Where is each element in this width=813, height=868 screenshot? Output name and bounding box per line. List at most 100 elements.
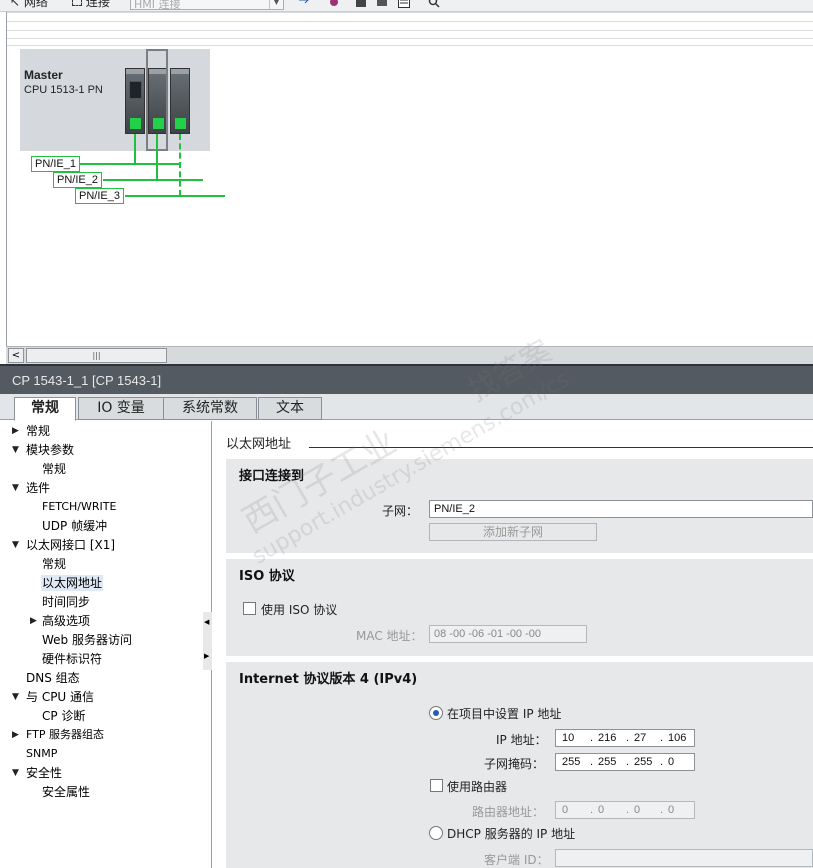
tree-item-hardware-id[interactable]: 硬件标识符 [42, 651, 102, 667]
tree-item-cpu-communication[interactable]: 与 CPU 通信 [26, 689, 94, 705]
inspector-title-bar: CP 1543-1_1 [CP 1543-1] [0, 364, 813, 394]
tree-item-ftp-server[interactable]: FTP 服务器组态 [26, 727, 104, 743]
tree-item-ethernet-address[interactable]: 以太网地址 [41, 575, 104, 591]
ip-address-field[interactable]: 10 . 216 . 27 . 106 [555, 729, 695, 747]
tree-item-eth-general[interactable]: 常规 [42, 556, 66, 572]
client-id-label: 客户端 ID： [484, 853, 549, 867]
iso-panel: ISO 协议 使用 ISO 协议 MAC 地址： 08 -00 -06 -01 … [226, 558, 813, 656]
interface-panel: 接口连接到 子网： PN/IE_2 添加新子网 [226, 458, 813, 553]
router-octet-3: 0 [634, 804, 641, 816]
tree-expand-icon[interactable]: ▶ [12, 423, 19, 439]
tree-collapse-icon[interactable]: ▼ [12, 537, 19, 553]
tree-item-cp-diagnostics[interactable]: CP 诊断 [42, 708, 85, 724]
ethernet-port-icon[interactable] [175, 118, 186, 129]
collapse-left-icon[interactable]: ◀ [204, 618, 209, 626]
subnet-label: 子网： [382, 504, 419, 518]
save-icon[interactable] [355, 0, 367, 8]
network-view-toolbar: ↖ 网络 连接 HMI 连接 ▼ [0, 0, 813, 12]
client-id-field [555, 849, 813, 867]
router-address-field: 0 . 0 . 0 . 0 [555, 801, 695, 819]
tree-expand-icon[interactable]: ▶ [12, 727, 19, 743]
subnet-select[interactable]: PN/IE_2 [429, 500, 813, 518]
tab-io-tags[interactable]: IO 变量 [78, 397, 164, 420]
network-canvas[interactable]: Master CPU 1513-1 PN PN/IE_1 PN/IE_2 PN/… [6, 12, 813, 346]
zoom-icon[interactable] [428, 0, 440, 8]
ip-address-label: IP 地址： [496, 733, 547, 747]
mask-octet-1[interactable]: 255 [562, 754, 580, 770]
use-iso-label: 使用 ISO 协议 [261, 603, 338, 617]
ip-octet-4[interactable]: 106 [668, 730, 686, 746]
cpu-module[interactable] [125, 68, 145, 134]
tree-item-udp-buffer[interactable]: UDP 帧缓冲 [42, 518, 107, 534]
tree-item-dns-config[interactable]: DNS 组态 [26, 670, 80, 686]
mask-octet-3[interactable]: 255 [634, 754, 652, 770]
tree-item-options[interactable]: 选件 [26, 480, 50, 496]
tree-item-general[interactable]: 常规 [26, 423, 50, 439]
set-ip-in-project-label: 在项目中设置 IP 地址 [447, 707, 562, 721]
connection-type-select[interactable]: HMI 连接 ▼ [130, 0, 284, 11]
tree-item-time-sync[interactable]: 时间同步 [42, 594, 90, 610]
dhcp-label: DHCP 服务器的 IP 地址 [447, 827, 576, 841]
pointer-icon: ↖ [10, 0, 21, 9]
tree-item-web-server-access[interactable]: Web 服务器访问 [42, 632, 132, 648]
subnet-mask-field[interactable]: 255 . 255 . 255 . 0 [555, 753, 695, 771]
network-button-label: 网络 [23, 0, 48, 9]
ethernet-port-icon[interactable] [130, 118, 141, 129]
ip-octet-2[interactable]: 216 [598, 730, 616, 746]
section-divider [309, 447, 813, 448]
tree-collapse-icon[interactable]: ▼ [12, 765, 19, 781]
mask-octet-2[interactable]: 255 [598, 754, 616, 770]
ip-octet-1[interactable]: 10 [562, 730, 574, 746]
mac-address-label: MAC 地址： [356, 629, 423, 643]
router-octet-4: 0 [668, 804, 675, 816]
chevron-down-icon: ▼ [269, 0, 283, 9]
tree-collapse-icon[interactable]: ▼ [12, 442, 19, 458]
tree-item-fetch-write[interactable]: FETCH/WRITE [42, 499, 116, 515]
mask-octet-4[interactable]: 0 [668, 754, 674, 770]
tree-item-module-params[interactable]: 模块参数 [26, 442, 74, 458]
tree-item-security-properties[interactable]: 安全属性 [42, 784, 90, 800]
connections-button-label: 连接 [85, 0, 110, 9]
print-icon[interactable] [376, 0, 388, 8]
show-address-icon[interactable] [328, 0, 340, 8]
tab-texts[interactable]: 文本 [258, 397, 322, 420]
expand-right-icon[interactable]: ▶ [204, 652, 209, 660]
inspector-tabs: 常规 IO 变量 系统常数 文本 [0, 394, 813, 421]
cp-module-2[interactable] [170, 68, 190, 134]
tab-system-constants[interactable]: 系统常数 [163, 397, 257, 420]
ipv4-heading: Internet 协议版本 4 (IPv4) [239, 672, 418, 687]
tree-item-security[interactable]: 安全性 [26, 765, 62, 781]
scroll-thumb[interactable]: ||| [26, 348, 167, 363]
subnet-label-2[interactable]: PN/IE_2 [53, 172, 102, 188]
tree-expand-icon[interactable]: ▶ [30, 613, 37, 629]
tree-collapse-icon[interactable]: ▼ [12, 480, 19, 496]
use-router-checkbox[interactable] [430, 779, 443, 792]
add-new-subnet-button[interactable]: 添加新子网 [429, 523, 597, 541]
ip-octet-3[interactable]: 27 [634, 730, 646, 746]
tree-item-ethernet-interface[interactable]: 以太网接口 [X1] [26, 537, 115, 553]
tree-item-advanced-options[interactable]: 高级选项 [42, 613, 90, 629]
tree-collapse-icon[interactable]: ▼ [12, 689, 19, 705]
property-nav-tree: ▶ 常规 ▼ 模块参数 常规 ▼ 选件 FETCH/WRITE UDP 帧缓冲 … [6, 421, 212, 868]
set-ip-in-project-radio[interactable] [429, 706, 443, 720]
panel-splitter[interactable]: ◀ ▶ [203, 612, 212, 670]
tree-item-snmp[interactable]: SNMP [26, 746, 57, 762]
subnet-label-1[interactable]: PN/IE_1 [31, 156, 80, 172]
subnet-label-3[interactable]: PN/IE_3 [75, 188, 124, 204]
interface-heading: 接口连接到 [239, 469, 305, 484]
scroll-left-icon[interactable]: < [8, 348, 24, 363]
use-iso-checkbox[interactable] [243, 602, 256, 615]
tab-general[interactable]: 常规 [14, 397, 76, 421]
tree-item-module-general[interactable]: 常规 [42, 461, 66, 477]
table-view-icon[interactable] [398, 0, 410, 8]
dhcp-radio[interactable] [429, 826, 443, 840]
connections-icon [72, 0, 82, 6]
station-cpu-type: CPU 1513-1 PN [24, 84, 103, 96]
plc-station[interactable]: Master CPU 1513-1 PN [20, 49, 210, 151]
mac-address-field: 08 -00 -06 -01 -00 -00 [429, 625, 587, 643]
network-view-button[interactable]: ↖ 网络 [10, 0, 48, 10]
connections-button[interactable]: 连接 [72, 0, 110, 10]
ipv4-panel: Internet 协议版本 4 (IPv4) 在项目中设置 IP 地址 IP 地… [226, 661, 813, 868]
canvas-horizontal-scrollbar[interactable]: < ||| [6, 346, 813, 364]
swap-icon[interactable] [298, 0, 310, 8]
